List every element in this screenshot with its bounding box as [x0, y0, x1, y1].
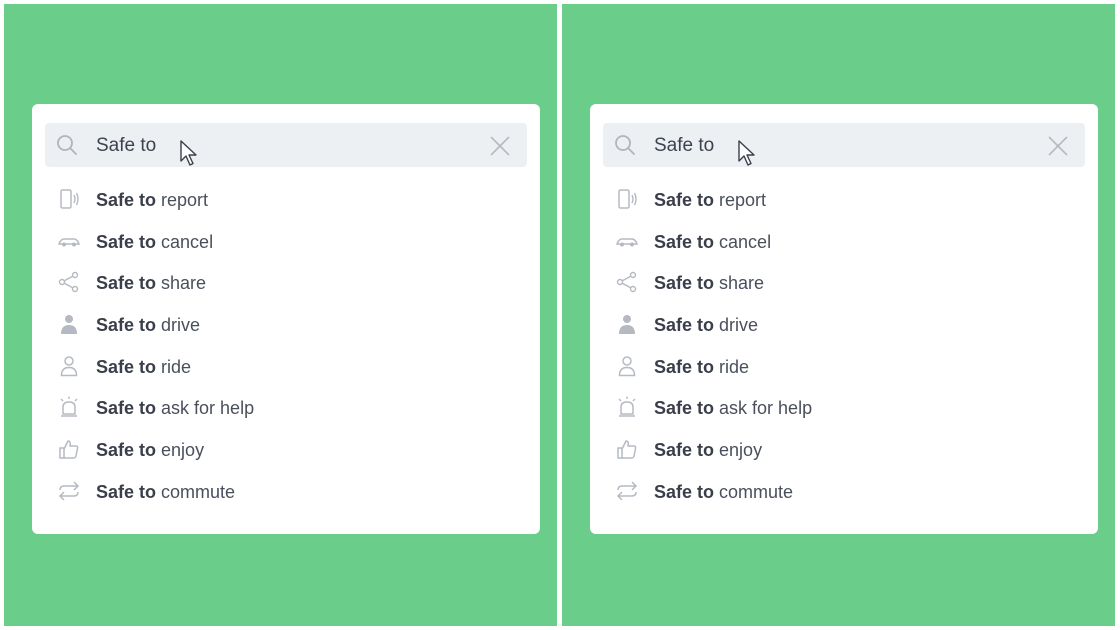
- suggestion-item-ride[interactable]: Safe to ride: [590, 347, 1098, 389]
- suggestion-label: ride: [161, 356, 192, 377]
- report-phone-icon: [58, 188, 80, 210]
- report-phone-icon: [616, 188, 638, 210]
- suggestion-item-share[interactable]: Safe to share: [32, 263, 540, 305]
- share-icon: [58, 271, 80, 293]
- share-icon: [616, 271, 638, 293]
- rider-icon: [616, 355, 638, 377]
- suggestion-item-enjoy[interactable]: Safe to enjoy: [32, 430, 540, 472]
- suggestion-item-drive[interactable]: Safe to drive: [32, 305, 540, 347]
- commute-arrows-icon: [58, 480, 80, 502]
- search-icon: [56, 134, 78, 156]
- suggestion-item-drive[interactable]: Safe to drive: [590, 305, 1098, 347]
- suggestion-match: Safe to: [654, 315, 715, 336]
- search-input[interactable]: Safe to: [654, 135, 714, 157]
- suggestion-match: Safe to: [654, 190, 715, 210]
- search-input[interactable]: Safe to: [96, 135, 156, 157]
- left-panel: Safe to Safe to report Safe to cancel Sa…: [4, 4, 557, 626]
- suggestion-label: share: [719, 273, 765, 294]
- driver-icon: [58, 313, 80, 335]
- suggestion-label: drive: [161, 315, 201, 336]
- close-icon[interactable]: [488, 134, 512, 158]
- suggestion-match: Safe to: [96, 398, 157, 419]
- suggestion-label: drive: [719, 315, 759, 336]
- suggestion-list: Safe to report Safe to cancel Safe to sh…: [590, 180, 1098, 514]
- search-icon: [614, 134, 636, 156]
- suggestion-match: Safe to: [96, 273, 157, 294]
- mouse-pointer-icon: [179, 139, 201, 169]
- commute-arrows-icon: [616, 480, 638, 502]
- suggestion-match: Safe to: [96, 481, 157, 502]
- suggestion-item-share[interactable]: Safe to share: [590, 263, 1098, 305]
- alarm-icon: [616, 396, 638, 418]
- suggestion-item-report[interactable]: Safe to report: [590, 180, 1098, 222]
- suggestion-label: ride: [719, 356, 750, 377]
- suggestion-match: Safe to: [654, 440, 715, 461]
- suggestion-match: Safe to: [654, 356, 715, 377]
- suggestion-item-commute[interactable]: Safe to commute: [32, 472, 540, 514]
- search-card: Safe to Safe to report Safe to cancel Sa…: [32, 104, 540, 534]
- suggestion-item-cancel[interactable]: Safe to cancel: [32, 222, 540, 264]
- alarm-icon: [58, 396, 80, 418]
- suggestion-item-commute[interactable]: Safe to commute: [590, 472, 1098, 514]
- suggestion-match: Safe to: [96, 356, 157, 377]
- mouse-pointer-icon: [737, 139, 759, 169]
- suggestion-label: commute: [161, 481, 236, 502]
- suggestion-match: Safe to: [654, 481, 715, 502]
- thumbs-up-icon: [58, 438, 80, 460]
- suggestion-label: ask for help: [161, 398, 255, 419]
- suggestion-match: Safe to: [654, 273, 715, 294]
- suggestion-label: enjoy: [161, 440, 205, 461]
- suggestion-item-enjoy[interactable]: Safe to enjoy: [590, 430, 1098, 472]
- suggestion-list: Safe to report Safe to cancel Safe to sh…: [32, 180, 540, 514]
- suggestion-match: Safe to: [654, 231, 715, 252]
- cancel-car-icon: [616, 230, 638, 252]
- close-icon[interactable]: [1046, 134, 1070, 158]
- thumbs-up-icon: [616, 438, 638, 460]
- suggestion-label: share: [161, 273, 207, 294]
- search-bar[interactable]: Safe to: [45, 123, 527, 167]
- cancel-car-icon: [58, 230, 80, 252]
- suggestion-item-cancel[interactable]: Safe to cancel: [590, 222, 1098, 264]
- suggestion-label: ask for help: [719, 398, 813, 419]
- driver-icon: [616, 313, 638, 335]
- suggestion-match: Safe to: [96, 190, 157, 210]
- search-bar[interactable]: Safe to: [603, 123, 1085, 167]
- suggestion-item-report[interactable]: Safe to report: [32, 180, 540, 222]
- suggestion-label: report: [161, 190, 209, 210]
- suggestion-match: Safe to: [654, 398, 715, 419]
- search-card: Safe to Safe to report Safe to cancel Sa…: [590, 104, 1098, 534]
- suggestion-label: enjoy: [719, 440, 763, 461]
- suggestion-match: Safe to: [96, 315, 157, 336]
- suggestion-match: Safe to: [96, 440, 157, 461]
- right-panel: Safe to Safe to report Safe to cancel Sa…: [562, 4, 1115, 626]
- suggestion-item-ask-for-help[interactable]: Safe to ask for help: [32, 388, 540, 430]
- suggestion-label: cancel: [719, 231, 772, 252]
- suggestion-label: cancel: [161, 231, 214, 252]
- suggestion-label: commute: [719, 481, 794, 502]
- suggestion-item-ride[interactable]: Safe to ride: [32, 347, 540, 389]
- suggestion-match: Safe to: [96, 231, 157, 252]
- suggestion-item-ask-for-help[interactable]: Safe to ask for help: [590, 388, 1098, 430]
- suggestion-label: report: [719, 190, 767, 210]
- rider-icon: [58, 355, 80, 377]
